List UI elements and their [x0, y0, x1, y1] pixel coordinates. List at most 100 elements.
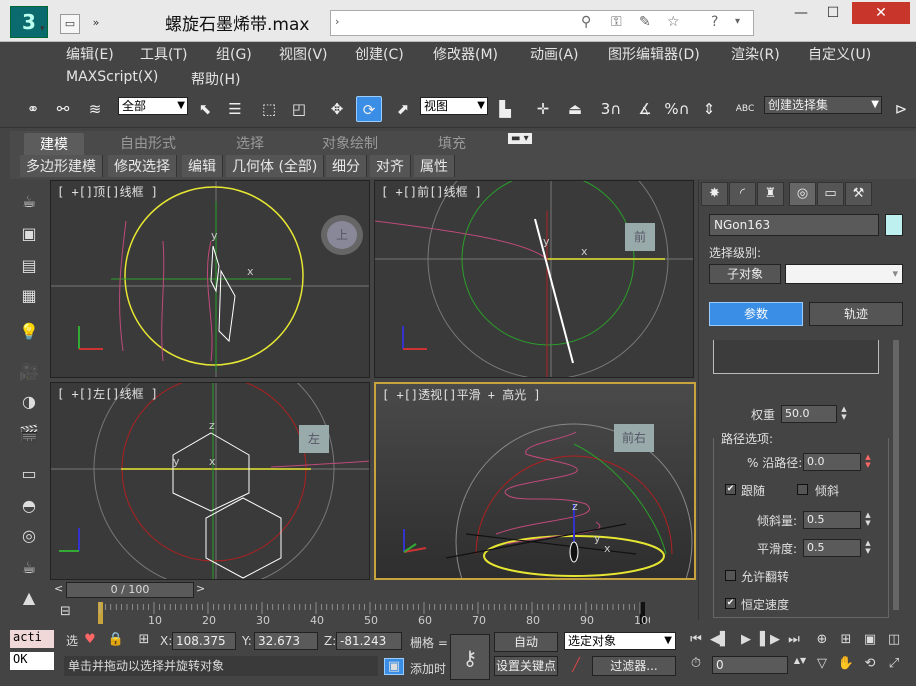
minimize-button[interactable]: — — [786, 2, 816, 24]
menu-customize[interactable]: 自定义(U) — [808, 44, 871, 64]
menu-help[interactable]: 帮助(H) — [191, 69, 240, 89]
named-selection-dropdown[interactable]: 创建选择集 ▼ — [764, 96, 882, 114]
bank-amount-spinner-arrows[interactable]: ▲ ▼ — [863, 511, 873, 529]
go-to-start-icon[interactable]: ⏮ — [686, 632, 706, 647]
subtab-edit[interactable]: 编辑 — [182, 155, 223, 177]
y-coord-field[interactable]: 32.673 — [254, 632, 318, 650]
menu-modifiers[interactable]: 修改器(M) — [433, 44, 498, 64]
key-icon[interactable]: ⚿ — [611, 14, 622, 30]
zoom-all-icon[interactable]: ⊞ — [836, 632, 856, 647]
x-coord-field[interactable]: 108.375 — [172, 632, 236, 650]
selection-filter-dropdown[interactable]: 全部 ▼ — [118, 97, 188, 115]
z-coord-field[interactable]: -81.243 — [336, 632, 402, 650]
menu-tools[interactable]: 工具(T) — [140, 44, 187, 64]
torus-icon[interactable]: ◎ — [16, 524, 42, 548]
tab-freeform[interactable]: 自由形式 — [120, 133, 176, 153]
menu-group[interactable]: 组(G) — [216, 44, 252, 64]
hierarchy-tab-icon[interactable]: ♜ — [757, 182, 784, 206]
modify-tab-icon[interactable]: ◜ — [729, 182, 756, 206]
snap-toggle-icon[interactable]: 3∩ — [598, 96, 624, 122]
key-filter-dropdown[interactable]: 选定对象 ▼ — [564, 632, 676, 650]
subtab-geometry-all[interactable]: 几何体 (全部) — [226, 155, 325, 177]
isolate-icon[interactable]: ♥ — [80, 632, 100, 647]
follow-checkbox[interactable]: ✔ — [725, 484, 736, 495]
viewcube-perspective[interactable]: 前右 — [614, 424, 654, 452]
menu-graph-editors[interactable]: 图形编辑器(D) — [608, 44, 700, 64]
frame-spinner-arrows[interactable]: ▲▼ — [790, 656, 810, 665]
viewport-left-label[interactable]: [ +[]左[]线框 ] — [57, 385, 158, 402]
object-name-input[interactable]: NGon163 — [709, 214, 879, 236]
select-by-name-icon[interactable]: ☰ — [222, 96, 248, 122]
teapot-small-icon[interactable]: ☕ — [16, 556, 42, 580]
subtab-subdivision[interactable]: 细分 — [326, 155, 367, 177]
weight-spinner[interactable]: 50.0 — [781, 405, 837, 423]
menu-animation[interactable]: 动画(A) — [530, 44, 579, 64]
utilities-tab-icon[interactable]: ⚒ — [845, 182, 872, 206]
fov-icon[interactable]: ▽ — [812, 656, 832, 671]
tab-parameters[interactable]: 参数 — [709, 302, 803, 326]
viewport-top-label[interactable]: [ +[]顶[]线框 ] — [57, 183, 158, 200]
constant-velocity-checkbox[interactable]: ✔ — [725, 598, 736, 609]
help-icon[interactable]: ? — [711, 14, 718, 30]
subtab-modify-selection[interactable]: 修改选择 — [108, 155, 177, 177]
key-mode-icon[interactable]: ╱ — [566, 658, 586, 673]
smoothness-spinner[interactable]: 0.5 — [803, 539, 861, 557]
menu-create[interactable]: 创建(C) — [355, 44, 404, 64]
create-tab-icon[interactable]: ✸ — [701, 182, 728, 206]
unlink-icon[interactable]: ⚯ — [50, 96, 76, 122]
menu-rendering[interactable]: 渲染(R) — [731, 44, 780, 64]
viewport-persp-label[interactable]: [ +[]透视[]平滑 + 高光 ] — [382, 386, 541, 403]
star-icon[interactable]: ☆ — [667, 14, 680, 30]
time-config-icon[interactable]: ⏱ — [686, 656, 706, 671]
tab-populate[interactable]: 填充 — [438, 133, 466, 153]
logo-dropdown-icon[interactable]: ▾ — [40, 24, 45, 34]
allow-flip-checkbox[interactable] — [725, 570, 736, 581]
light-icon[interactable]: 💡 — [16, 320, 42, 344]
select-manipulate-icon[interactable]: ✛ — [530, 96, 556, 122]
tab-modeling[interactable]: 建模 — [24, 133, 84, 155]
rotate-icon[interactable]: ⟳ — [356, 96, 382, 122]
percent-snap-icon[interactable]: %∩ — [664, 96, 690, 122]
comm-icon[interactable]: ✎ — [639, 14, 651, 30]
set-key-icon[interactable]: ⚷ — [450, 634, 490, 680]
filters-button[interactable]: 过滤器... — [592, 656, 676, 676]
target-list[interactable] — [713, 340, 879, 374]
smoothness-spinner-arrows[interactable]: ▲ ▼ — [863, 539, 873, 557]
tab-trajectories[interactable]: 轨迹 — [809, 302, 903, 326]
time-slider-thumb[interactable]: 0 / 100 — [66, 582, 194, 598]
zoom-icon[interactable]: ⊕ — [812, 632, 832, 647]
bank-amount-spinner[interactable]: 0.5 — [803, 511, 861, 529]
mirror-icon[interactable]: ⊳ — [888, 96, 914, 122]
curve-editor-icon[interactable]: ⊟ — [60, 604, 80, 619]
teapot-icon[interactable]: ☕ — [16, 190, 42, 214]
maximize-viewport-icon[interactable]: ⤢ — [884, 656, 904, 671]
tab-selection[interactable]: 选择 — [236, 133, 264, 153]
lock-icon[interactable]: 🔒 — [106, 632, 126, 647]
viewport-left[interactable]: [ +[]左[]线框 ] 左 z y x — [50, 382, 370, 580]
prev-frame-button[interactable]: < — [54, 582, 63, 595]
ribbon-options-icon[interactable]: ▬ ▾ — [508, 133, 532, 144]
time-slider[interactable]: < 0 / 100 > — [50, 582, 696, 598]
viewcube-front[interactable]: 前 — [625, 223, 655, 251]
next-key-icon[interactable]: ▌▶ — [760, 632, 780, 647]
set-key-button[interactable]: 设置关键点 — [494, 656, 558, 676]
play-icon[interactable]: ▶ — [736, 632, 756, 647]
close-button[interactable]: ✕ — [852, 2, 910, 24]
along-path-spinner-arrows[interactable]: ▲ ▼ — [863, 453, 873, 471]
cone-icon[interactable]: ▲ — [16, 586, 42, 610]
viewcube-left[interactable]: 左 — [299, 425, 329, 453]
track-bar[interactable]: 10 20 30 40 50 60 70 80 90 100 — [50, 600, 655, 627]
zoom-extents-all-icon[interactable]: ◫ — [884, 632, 904, 647]
object-color-swatch[interactable] — [885, 214, 903, 236]
next-frame-button[interactable]: > — [196, 582, 205, 595]
weight-spinner-arrows[interactable]: ▲ ▼ — [839, 405, 849, 423]
display-tab-icon[interactable]: ▭ — [817, 182, 844, 206]
video-camera-icon[interactable]: 🎬 — [16, 422, 42, 446]
sub-object-button[interactable]: 子对象 — [709, 264, 781, 284]
render-frame-icon[interactable]: ▣ — [16, 222, 42, 246]
tab-object-paint[interactable]: 对象绘制 — [322, 133, 378, 153]
menu-view[interactable]: 视图(V) — [279, 44, 328, 64]
motion-tab-icon[interactable]: ◎ — [789, 182, 816, 206]
menu-maxscript[interactable]: MAXScript(X) — [66, 69, 158, 85]
binoculars-icon[interactable]: ⚲ — [581, 14, 591, 30]
